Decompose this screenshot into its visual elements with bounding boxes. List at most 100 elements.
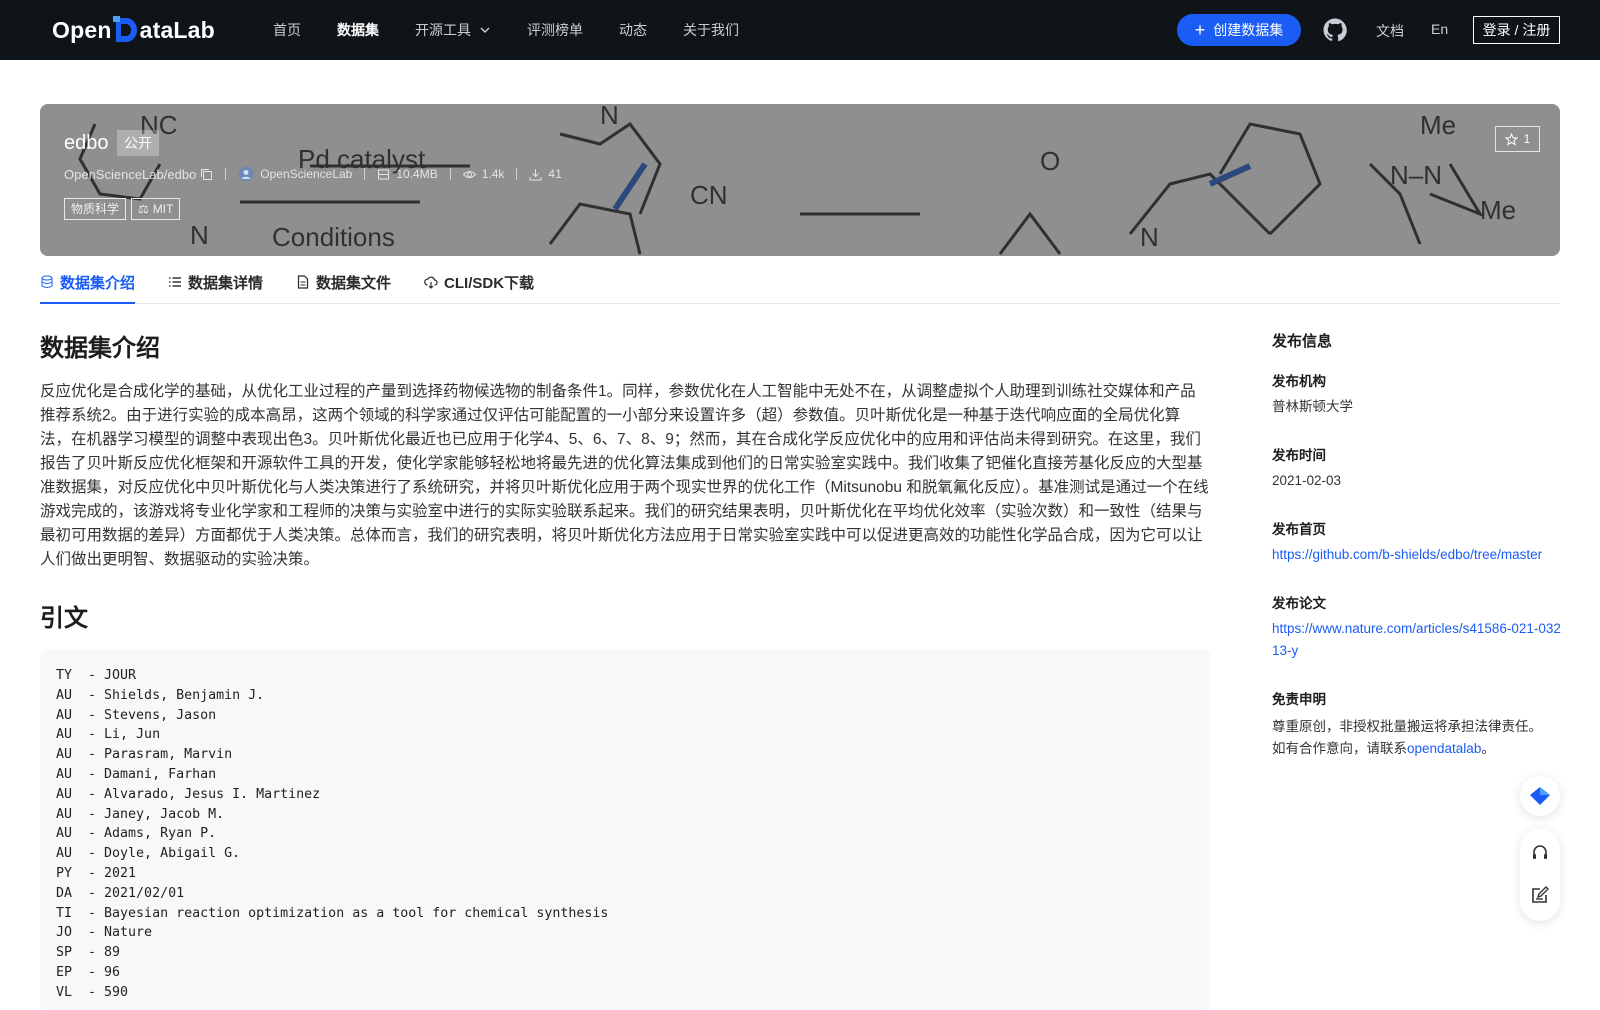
meta-divider bbox=[225, 168, 227, 180]
citation-line: TY - JOUR bbox=[56, 668, 137, 683]
star-icon bbox=[1504, 132, 1518, 146]
create-dataset-button[interactable]: + 创建数据集 bbox=[1177, 14, 1301, 46]
chevron-down-icon bbox=[480, 27, 490, 33]
assistant-logo-icon bbox=[1530, 787, 1550, 805]
github-icon[interactable] bbox=[1323, 18, 1347, 42]
date-value: 2021-02-03 bbox=[1272, 473, 1342, 488]
list-icon bbox=[169, 277, 182, 287]
tab-intro-label: 数据集介绍 bbox=[60, 275, 136, 292]
assistant-float-button[interactable] bbox=[1520, 776, 1560, 816]
tab-details-label: 数据集详情 bbox=[188, 275, 264, 292]
tag-subject[interactable]: 物质科学 bbox=[64, 198, 127, 220]
org-label: 发布机构 bbox=[1272, 374, 1326, 389]
tag-license-label: MIT bbox=[152, 202, 174, 216]
login-register-button[interactable]: 登录 / 注册 bbox=[1473, 16, 1560, 44]
meta-divider bbox=[364, 168, 366, 180]
nav-home[interactable]: 首页 bbox=[273, 20, 301, 40]
citation-line: AU - Janey, Jacob M. bbox=[56, 806, 225, 822]
opendatalab-logo[interactable]: Open ataLab bbox=[52, 14, 215, 46]
date-label: 发布时间 bbox=[1272, 448, 1326, 463]
visibility-badge: 公开 bbox=[117, 130, 159, 156]
tab-details[interactable]: 数据集详情 bbox=[168, 268, 263, 304]
dataset-path-text: OpenScienceLab/edbo bbox=[64, 166, 197, 182]
dataset-path[interactable]: OpenScienceLab/edbo bbox=[64, 167, 213, 182]
star-count: 1 bbox=[1523, 132, 1531, 146]
citation-line: SP - 89 bbox=[56, 945, 121, 961]
citation-line: JO - Nature bbox=[56, 925, 153, 941]
paper-label: 发布论文 bbox=[1272, 596, 1326, 611]
citation-line: EP - 96 bbox=[56, 964, 121, 980]
star-button[interactable]: 1 bbox=[1495, 126, 1540, 152]
nav-leaderboard[interactable]: 评测榜单 bbox=[527, 20, 583, 40]
tab-cli-sdk[interactable]: CLI/SDK下载 bbox=[424, 268, 534, 304]
meta-divider bbox=[449, 168, 451, 180]
citation-line: AU - Stevens, Jason bbox=[56, 707, 217, 723]
top-navbar: Open ataLab 首页 数据集 开源工具 评测榜单 动态 关于我们 + 创… bbox=[0, 0, 1600, 60]
database-icon bbox=[41, 275, 53, 288]
citation-line: AU - Doyle, Abigail G. bbox=[56, 846, 241, 862]
homepage-label: 发布首页 bbox=[1272, 522, 1326, 537]
nav-open-tools[interactable]: 开源工具 bbox=[415, 20, 491, 40]
citation-line: AU - Li, Jun bbox=[56, 727, 161, 743]
dataset-size-value: 10.4MB bbox=[396, 167, 438, 181]
nav-about[interactable]: 关于我们 bbox=[683, 20, 739, 40]
file-icon bbox=[297, 275, 309, 289]
dataset-tabs: 数据集介绍 数据集详情 数据集文件 CLI/SDK下载 bbox=[40, 268, 1560, 304]
tab-files[interactable]: 数据集文件 bbox=[296, 268, 391, 304]
create-dataset-label: 创建数据集 bbox=[1213, 22, 1284, 38]
tab-intro[interactable]: 数据集介绍 bbox=[40, 268, 136, 304]
citation-block: TY - JOUR AU - Shields, Benjamin J. AU -… bbox=[40, 650, 1210, 1010]
dataset-tags: 物质科学 ⚖ MIT bbox=[64, 198, 185, 220]
citation-line: PY - 2021 bbox=[56, 865, 137, 881]
owner-avatar-icon bbox=[238, 166, 254, 182]
nav-open-tools-label: 开源工具 bbox=[415, 22, 471, 38]
logo-text-datalab: ataLab bbox=[139, 16, 215, 43]
homepage-link[interactable]: https://github.com/b-shields/edbo/tree/m… bbox=[1272, 544, 1562, 566]
dataset-size: 10.4MB bbox=[377, 167, 438, 181]
disclaimer-prefix: 如有合作意向，请联系 bbox=[1272, 741, 1407, 756]
storage-icon bbox=[378, 169, 390, 179]
nav-news[interactable]: 动态 bbox=[619, 20, 647, 40]
main-nav: 首页 数据集 开源工具 评测榜单 动态 关于我们 bbox=[273, 0, 775, 60]
plus-icon: + bbox=[1194, 20, 1206, 40]
citation-line: AU - Parasram, Marvin bbox=[56, 747, 233, 763]
citation-line: AU - Shields, Benjamin J. bbox=[56, 687, 265, 703]
contact-link[interactable]: opendatalab bbox=[1407, 741, 1481, 756]
tab-cli-sdk-label: CLI/SDK下载 bbox=[444, 275, 535, 292]
dataset-owner-name: OpenScienceLab bbox=[260, 167, 353, 181]
intro-paragraph: 反应优化是合成化学的基础，从优化工业过程的产量到选择药物候选物的制备条件1。同样… bbox=[40, 383, 1209, 568]
disclaimer-text: 尊重原创，非授权批量搬运将承担法律责任。 如有合作意向，请联系opendatal… bbox=[1272, 716, 1572, 760]
dataset-views: 1.4k bbox=[462, 167, 505, 181]
download-icon bbox=[529, 168, 542, 180]
citation-line: AU - Adams, Ryan P. bbox=[56, 826, 217, 842]
dataset-banner: Conditions Pd catalyst CN O N N–N Me Me … bbox=[40, 104, 1560, 256]
docs-link[interactable]: 文档 bbox=[1376, 21, 1404, 41]
eye-icon bbox=[462, 170, 476, 178]
citation-line: AU - Damani, Farhan bbox=[56, 766, 217, 782]
cloud-download-icon bbox=[424, 276, 438, 289]
paper-link[interactable]: https://www.nature.com/articles/s41586-0… bbox=[1272, 618, 1562, 662]
disclaimer-label: 免责申明 bbox=[1272, 692, 1326, 707]
headset-icon[interactable] bbox=[1530, 843, 1550, 863]
intro-heading: 数据集介绍 bbox=[40, 335, 160, 362]
publish-info-sidebar: 发布信息 发布机构 普林斯顿大学 发布时间 2021-02-03 发布首页 ht… bbox=[1272, 330, 1572, 756]
citation-line: AU - Alvarado, Jesus I. Martinez bbox=[56, 786, 321, 802]
dataset-owner[interactable]: OpenScienceLab bbox=[238, 166, 352, 182]
logo-text-open: Open bbox=[52, 16, 112, 43]
disclaimer-line-2: 如有合作意向，请联系opendatalab。 bbox=[1272, 738, 1572, 760]
dataset-meta: OpenScienceLab/edbo OpenScienceLab 10.4M… bbox=[64, 166, 562, 182]
scale-icon: ⚖ bbox=[138, 202, 149, 216]
float-toolbar bbox=[1520, 829, 1560, 921]
feedback-edit-icon[interactable] bbox=[1530, 885, 1550, 905]
tag-license[interactable]: ⚖ MIT bbox=[131, 198, 181, 220]
citation-heading: 引文 bbox=[40, 605, 88, 632]
dataset-downloads-value: 41 bbox=[548, 167, 562, 181]
language-switch[interactable]: En bbox=[1431, 21, 1448, 37]
copy-icon[interactable] bbox=[200, 168, 213, 181]
meta-divider bbox=[516, 168, 518, 180]
dataset-title: edbo bbox=[64, 132, 109, 154]
tab-files-label: 数据集文件 bbox=[316, 275, 392, 292]
disclaimer-suffix: 。 bbox=[1481, 741, 1495, 756]
nav-datasets[interactable]: 数据集 bbox=[337, 20, 379, 40]
dataset-views-value: 1.4k bbox=[481, 167, 505, 181]
